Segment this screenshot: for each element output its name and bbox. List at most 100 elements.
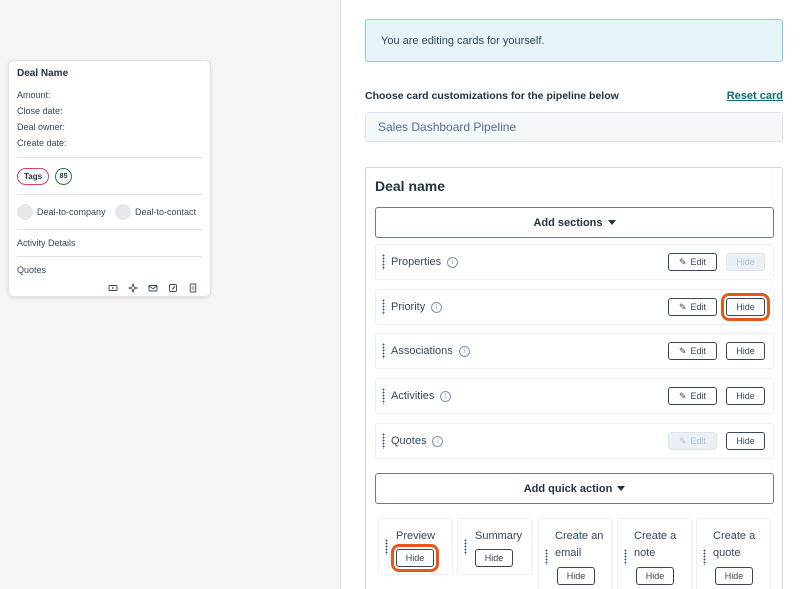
info-icon[interactable]: i	[431, 301, 443, 313]
edit-activities-button[interactable]: ✎ Edit	[668, 387, 717, 405]
section-actions: ✎ Edit Hide	[668, 387, 765, 405]
add-quick-action-label: Add quick action	[523, 482, 613, 495]
pencil-icon: ✎	[678, 345, 687, 356]
reset-card-link[interactable]: Reset card	[727, 90, 783, 102]
email-icon	[148, 283, 158, 293]
section-row-associations[interactable]: Associations i ✎ Edit Hide	[375, 333, 774, 369]
quick-action-create-an-email[interactable]: Create an email Hide	[538, 518, 613, 589]
section-row-activities[interactable]: Activities i ✎ Edit Hide	[375, 378, 774, 414]
hide-summary-button[interactable]: Hide	[475, 549, 513, 567]
add-quick-action-button[interactable]: Add quick action	[375, 473, 774, 504]
add-sections-button[interactable]: Add sections	[375, 207, 774, 238]
info-icon[interactable]: i	[447, 256, 459, 268]
quick-action-summary[interactable]: Summary Hide	[457, 518, 532, 575]
quick-action-label: Create a note	[634, 528, 676, 562]
section-label: Priority	[391, 301, 426, 313]
associations-row: Deal-to-company Deal-to-contact	[17, 201, 202, 223]
quick-action-label-line1: Create a	[713, 530, 756, 542]
divider	[17, 194, 202, 195]
note-icon	[168, 283, 178, 293]
section-row-quotes[interactable]: Quotes i ✎ Edit Hide	[375, 423, 774, 459]
section-actions: ✎ Edit Hide	[668, 342, 765, 360]
association-contact: Deal-to-contact	[115, 204, 209, 220]
drag-handle-icon[interactable]	[703, 549, 706, 565]
hide-create-a-note-button[interactable]: Hide	[636, 567, 674, 585]
quick-action-label-line1: Create a	[634, 530, 677, 542]
drag-handle-icon[interactable]	[464, 539, 467, 555]
info-icon[interactable]: i	[458, 345, 470, 357]
pencil-icon: ✎	[678, 256, 687, 267]
drag-handle-icon[interactable]	[382, 254, 385, 270]
customization-header: Choose card customizations for the pipel…	[365, 90, 783, 102]
hide-create-an-email-button[interactable]: Hide	[557, 567, 595, 585]
edit-quotes-button: ✎ Edit	[668, 432, 717, 450]
card-editor-pane: You are editing cards for yourself. Choo…	[341, 0, 800, 589]
quick-action-label: Create an email	[555, 528, 603, 562]
edit-label: Edit	[690, 302, 707, 312]
video-icon	[108, 283, 118, 293]
hide-activities-button[interactable]: Hide	[726, 387, 765, 405]
drag-handle-icon[interactable]	[624, 549, 627, 565]
quick-action-label: Preview	[396, 528, 435, 545]
quick-action-preview[interactable]: Preview Hide	[378, 518, 453, 575]
section-row-properties[interactable]: Properties i ✎ Edit Hide	[375, 244, 774, 280]
card-editor: Deal name Add sections Properties i ✎ Edit H…	[365, 167, 783, 589]
edit-label: Edit	[690, 346, 707, 356]
hide-associations-button[interactable]: Hide	[726, 342, 765, 360]
quick-action-create-a-quote[interactable]: Create a quote Hide	[696, 518, 771, 589]
hide-quotes-button[interactable]: Hide	[726, 432, 765, 450]
info-alert: You are editing cards for yourself.	[365, 19, 783, 62]
quick-action-label-line2: email	[555, 547, 582, 559]
section-label: Associations	[391, 345, 453, 357]
edit-properties-button[interactable]: ✎ Edit	[668, 253, 717, 271]
drag-handle-icon[interactable]	[382, 299, 385, 315]
section-row-priority[interactable]: Priority i ✎ Edit Hide	[375, 289, 774, 325]
edit-associations-button[interactable]: ✎ Edit	[668, 342, 717, 360]
sparkle-icon	[128, 283, 138, 293]
hide-priority-button[interactable]: Hide	[721, 293, 770, 321]
score-badge: 85	[55, 167, 73, 185]
card-preview-pane: Deal Name Amount: Close date: Deal owner…	[0, 0, 341, 589]
edit-label: Edit	[690, 436, 707, 446]
preview-field-create-date: Create date:	[17, 138, 67, 148]
quick-action-label-line2: quote	[713, 547, 741, 559]
edit-label: Edit	[690, 391, 707, 401]
hide-create-a-quote-button[interactable]: Hide	[715, 567, 753, 585]
quick-action-label: Create a quote	[713, 528, 755, 562]
pipeline-select[interactable]: Sales Dashboard Pipeline	[365, 112, 783, 142]
section-label: Quotes	[391, 435, 427, 447]
drag-handle-icon[interactable]	[382, 388, 385, 404]
quick-action-label-line1: Summary	[475, 530, 523, 542]
drag-handle-icon[interactable]	[382, 433, 385, 449]
edit-priority-button[interactable]: ✎ Edit	[668, 298, 717, 316]
association-label: Deal-to-contact	[135, 207, 197, 217]
drag-handle-icon[interactable]	[385, 539, 388, 555]
drag-handle-icon[interactable]	[545, 549, 548, 565]
section-label: Activities	[391, 390, 435, 402]
caret-down-icon	[607, 220, 616, 225]
hide-properties-button: Hide	[726, 253, 765, 271]
hide-preview-button[interactable]: Hide	[391, 544, 439, 572]
divider	[17, 157, 202, 158]
preview-field-deal-owner: Deal owner:	[17, 122, 66, 132]
association-label: Deal-to-company	[37, 207, 106, 217]
info-icon[interactable]: i	[440, 390, 452, 402]
quick-action-create-a-note[interactable]: Create a note Hide	[617, 518, 692, 589]
drag-handle-icon[interactable]	[382, 343, 385, 359]
association-company: Deal-to-company	[17, 204, 111, 220]
info-icon[interactable]: i	[432, 435, 444, 447]
add-sections-label: Add sections	[533, 216, 603, 229]
section-label: Properties	[391, 256, 442, 268]
divider	[17, 229, 202, 230]
quick-action-label-line1: Create an	[555, 530, 604, 542]
quick-action-label-line1: Preview	[396, 530, 436, 542]
preview-field-close-date: Close date:	[17, 106, 63, 116]
avatar	[115, 204, 131, 220]
divider	[17, 256, 202, 257]
preview-card-title: Deal Name	[17, 68, 69, 79]
quick-action-label: Summary	[475, 528, 522, 545]
customization-label: Choose card customizations for the pipel…	[365, 90, 619, 102]
section-actions: ✎ Edit Hide	[668, 432, 765, 450]
avatar	[17, 204, 33, 220]
edit-label: Edit	[690, 257, 707, 267]
